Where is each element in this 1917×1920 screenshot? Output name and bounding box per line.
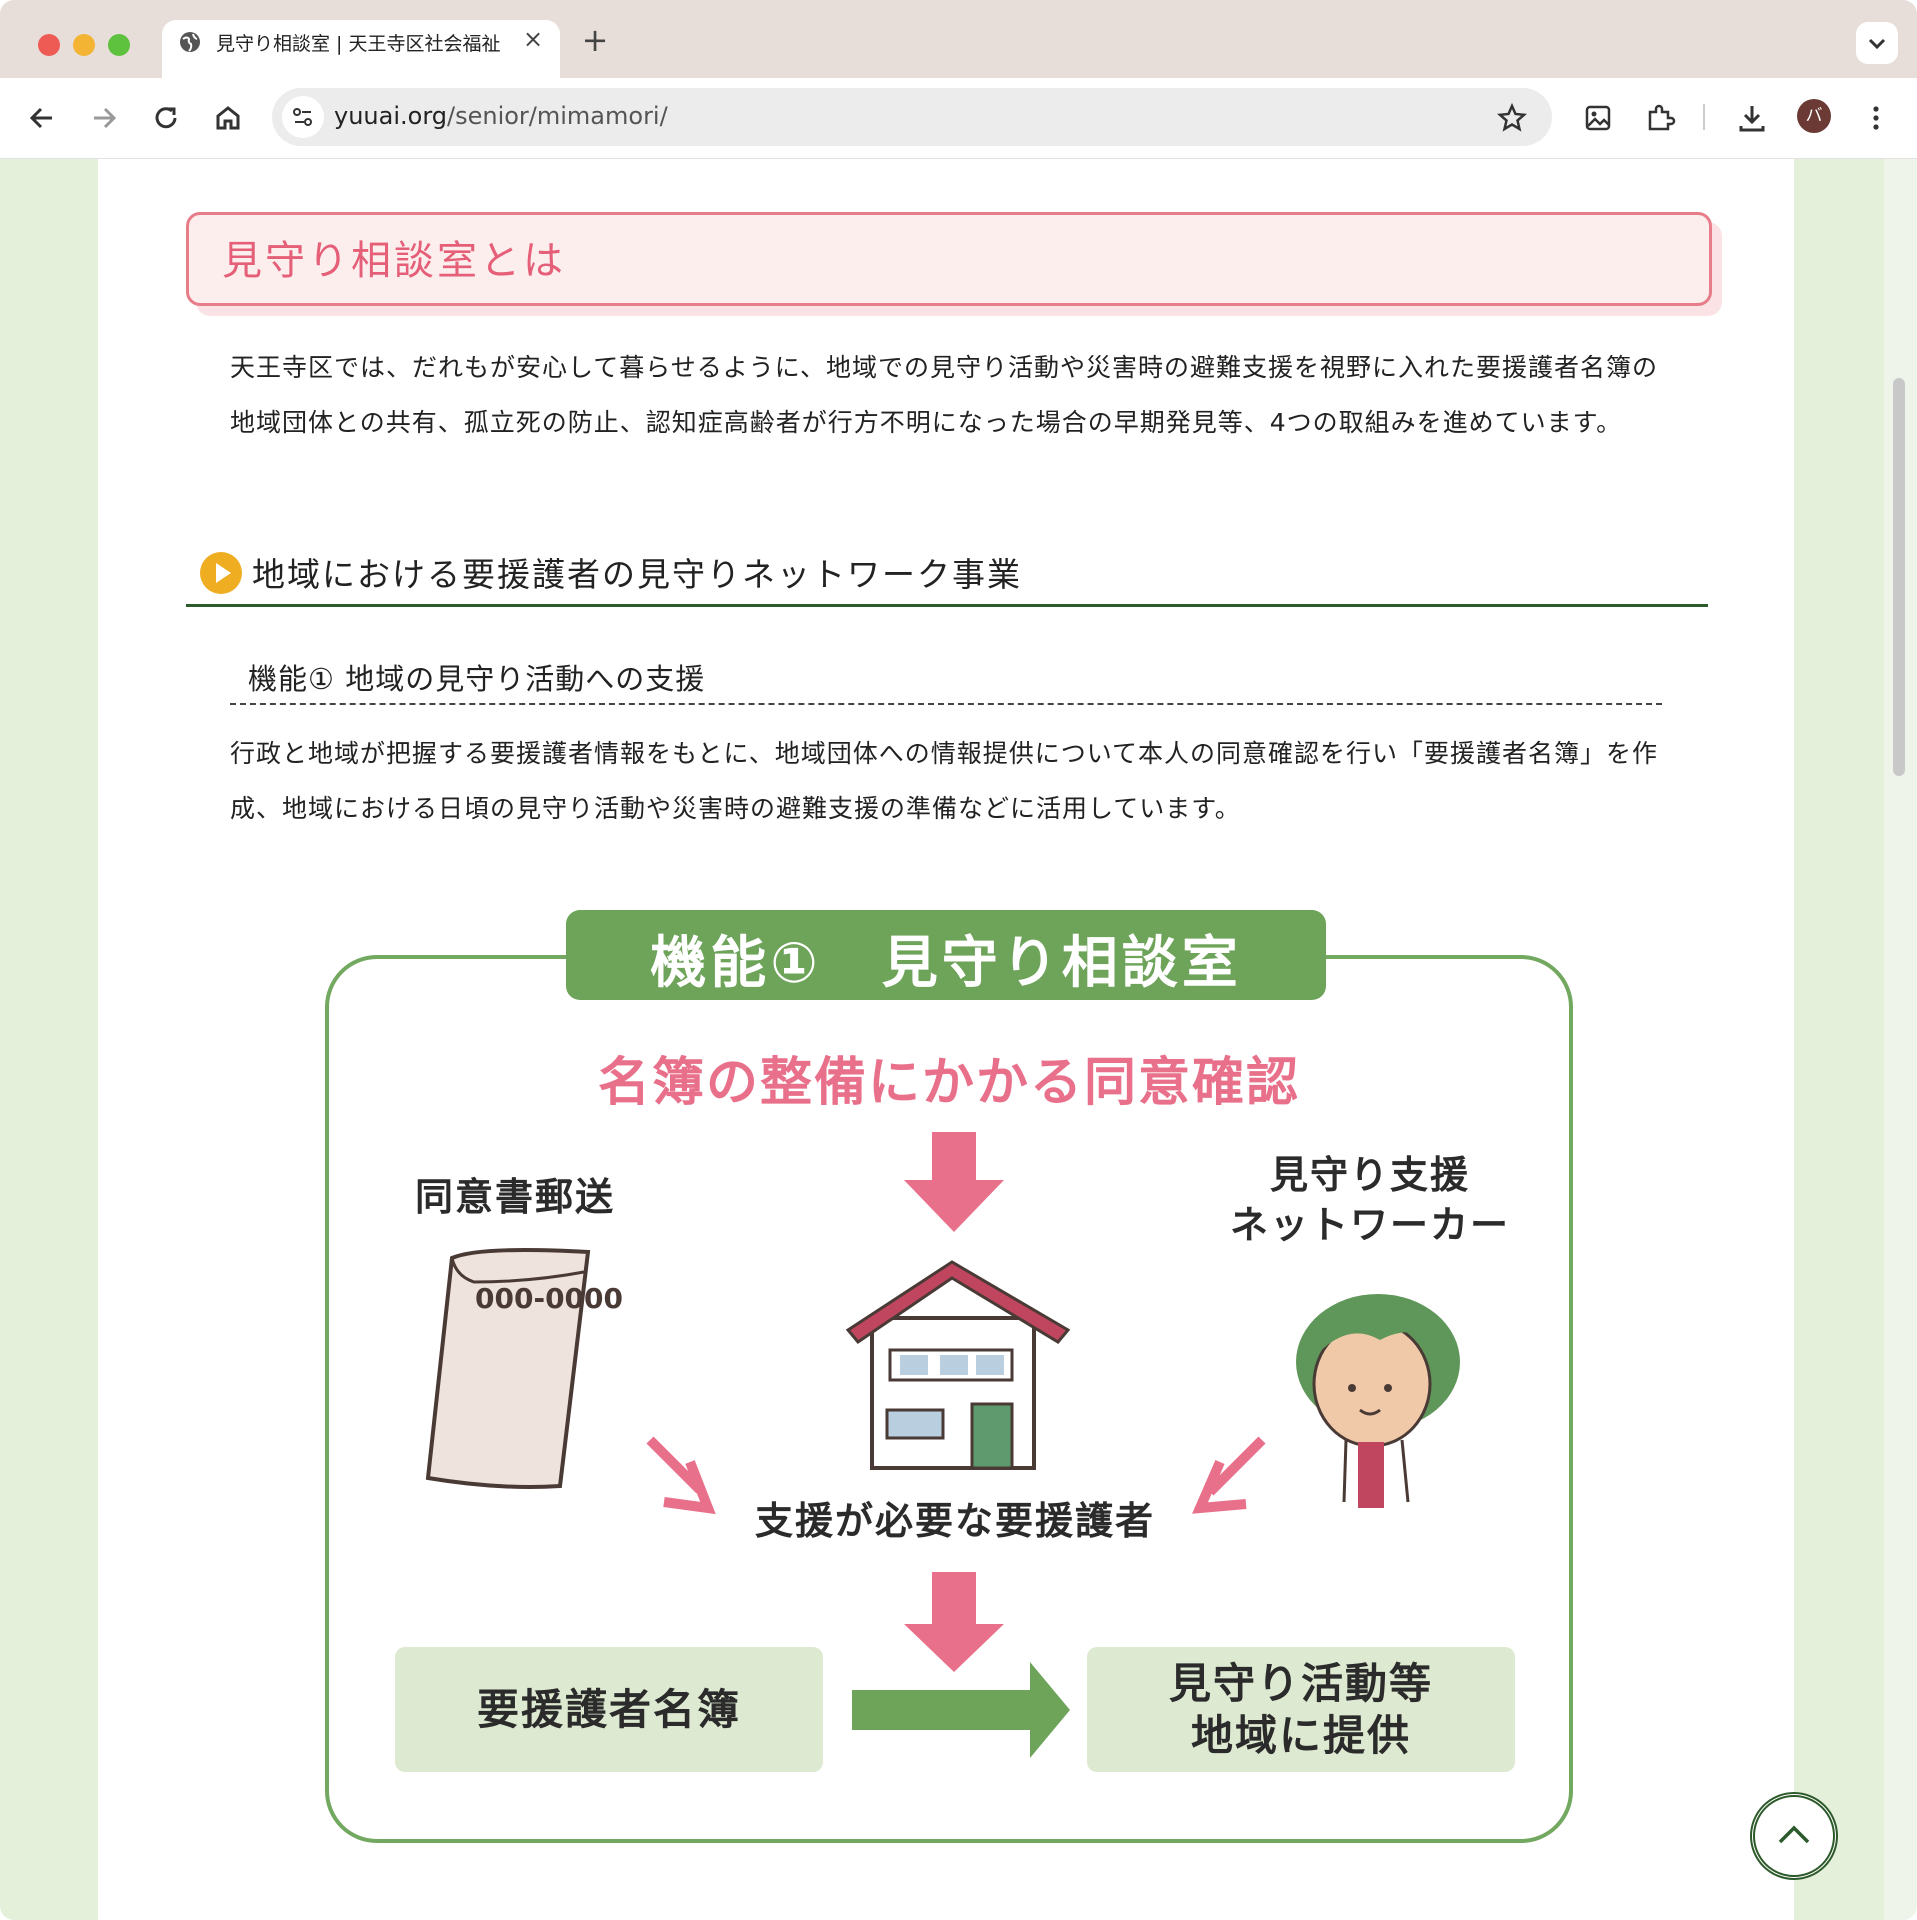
down-arrow-2-icon (904, 1572, 1004, 1672)
down-arrow-icon (904, 1132, 1004, 1232)
roster-box-label: 要援護者名簿 (476, 1685, 741, 1734)
diagonal-arrow-left-icon (646, 1436, 716, 1515)
envelope-icon: 000-0000 (425, 1248, 623, 1489)
house-icon (845, 1260, 1071, 1470)
diagonal-arrow-right-icon (1192, 1436, 1266, 1514)
right-arrow-icon (852, 1662, 1070, 1758)
provide-box-line-1: 見守り活動等 (1168, 1659, 1433, 1708)
provide-box-line-2: 地域に提供 (1190, 1711, 1411, 1760)
chevron-up-icon[interactable] (1750, 1792, 1838, 1880)
diagram-illustrations: 000-0000 (425, 1132, 1460, 1758)
envelope-postal-code: 000-0000 (475, 1282, 623, 1315)
worker-icon (1296, 1294, 1460, 1508)
browser-window: 見守り相談室 | 天王寺区社会福祉 × + yuuai.org/senior/m… (0, 0, 1917, 1920)
provide-box-label: 見守り活動等 地域に提供 (1087, 1658, 1515, 1762)
